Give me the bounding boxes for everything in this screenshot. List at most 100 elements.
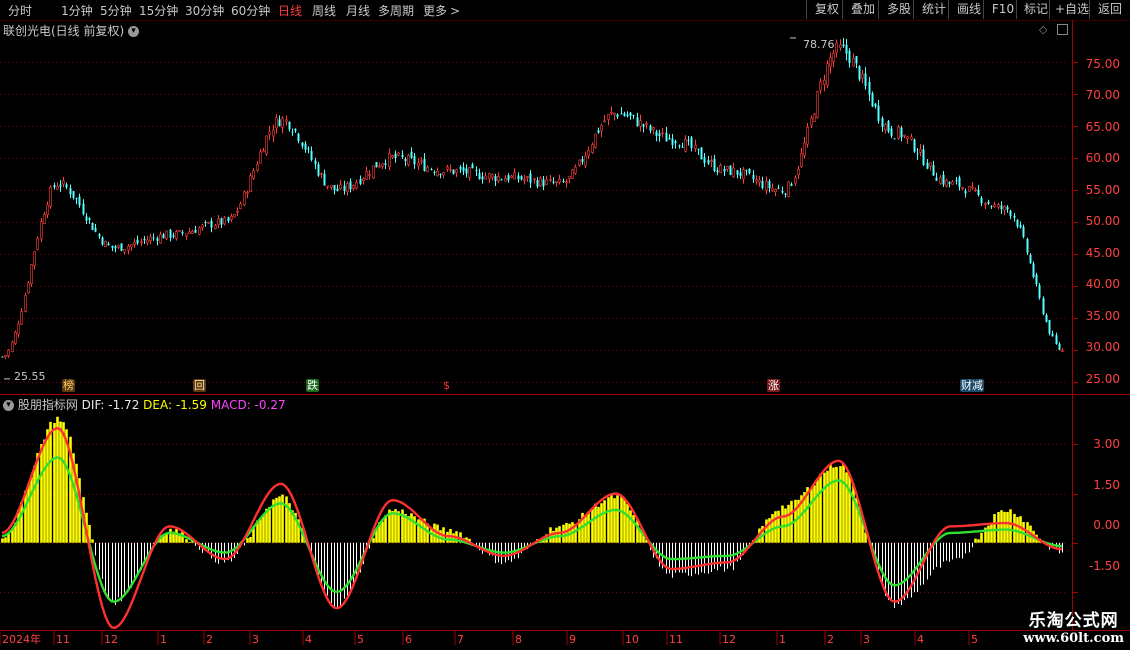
candle-body bbox=[626, 114, 629, 117]
candle-body bbox=[945, 180, 948, 187]
candle-body bbox=[890, 128, 893, 136]
candle-body bbox=[887, 121, 890, 132]
candle-body bbox=[130, 244, 133, 248]
marker-bang[interactable]: 榜 bbox=[62, 379, 75, 392]
price-annotations bbox=[4, 37, 796, 380]
candle-body bbox=[900, 127, 903, 138]
candle-body bbox=[974, 189, 977, 192]
candle-body bbox=[955, 180, 958, 182]
stock-chart[interactable]: 2024年 11 12 1 2 3 4 5 6 7 8 9 10 11 12 1 2 3 4 5 bbox=[0, 0, 1130, 650]
candle-body bbox=[326, 185, 329, 188]
marker-hui[interactable]: 回 bbox=[193, 379, 206, 392]
candle-body bbox=[922, 149, 925, 165]
candle-body bbox=[610, 112, 613, 114]
candle-body bbox=[897, 126, 900, 139]
candle-body bbox=[297, 133, 300, 142]
candle-body bbox=[291, 131, 294, 133]
time-axis: 2024年 11 12 1 2 3 4 5 6 7 8 9 10 11 12 1 2 3 4 5 bbox=[0, 631, 978, 646]
candle-body bbox=[549, 179, 552, 181]
candle-body bbox=[961, 187, 964, 189]
candle-body bbox=[678, 145, 681, 147]
candle-body bbox=[343, 185, 346, 191]
candle-body bbox=[848, 50, 851, 64]
candle-body bbox=[426, 166, 429, 172]
candle-body bbox=[275, 117, 278, 129]
candle-body bbox=[926, 162, 929, 169]
candle-body bbox=[259, 151, 262, 164]
time-label: 11 bbox=[56, 633, 70, 646]
candle-body bbox=[465, 168, 468, 174]
time-label: 2 bbox=[206, 633, 213, 646]
candle-body bbox=[781, 191, 784, 193]
candle-body bbox=[227, 217, 230, 222]
candle-body bbox=[629, 112, 632, 116]
candle-body bbox=[884, 124, 887, 131]
candlestick-series bbox=[1, 37, 1064, 360]
candle-body bbox=[1019, 225, 1022, 228]
time-label: 10 bbox=[625, 633, 639, 646]
candle-body bbox=[188, 231, 191, 234]
marker-dollar[interactable]: $ bbox=[440, 379, 453, 392]
candle-body bbox=[159, 234, 162, 244]
candle-body bbox=[475, 169, 478, 171]
candle-body bbox=[748, 168, 751, 174]
candle-body bbox=[262, 150, 265, 153]
candle-body bbox=[574, 166, 577, 174]
dif-line bbox=[1, 426, 1063, 630]
candle-body bbox=[468, 167, 471, 178]
candle-body bbox=[420, 160, 423, 163]
indicator-menu-icon[interactable]: ▾ bbox=[3, 400, 14, 411]
low-price-label: 25.55 bbox=[14, 370, 46, 383]
marker-die[interactable]: 跌 bbox=[306, 379, 319, 392]
marker-caijian[interactable]: 财减 bbox=[960, 379, 984, 392]
candle-body bbox=[684, 138, 687, 152]
time-label: 1 bbox=[779, 633, 786, 646]
candle-body bbox=[252, 170, 255, 179]
time-label: 9 bbox=[569, 633, 576, 646]
time-label: 12 bbox=[722, 633, 736, 646]
marker-zhang[interactable]: 涨 bbox=[767, 379, 780, 392]
candle-body bbox=[391, 155, 394, 158]
candle-body bbox=[832, 53, 835, 62]
candle-body bbox=[436, 171, 439, 176]
candle-body bbox=[784, 193, 787, 195]
candle-body bbox=[478, 173, 481, 180]
candle-body bbox=[156, 238, 159, 241]
candle-body bbox=[278, 119, 281, 127]
candle-body bbox=[310, 150, 313, 160]
candle-body bbox=[368, 173, 371, 176]
candle-body bbox=[488, 173, 491, 179]
candle-body bbox=[462, 167, 465, 172]
candle-body bbox=[175, 231, 178, 239]
candle-body bbox=[430, 169, 433, 171]
candle-body bbox=[707, 160, 710, 164]
candle-body bbox=[977, 189, 980, 195]
candle-body bbox=[481, 176, 484, 180]
candle-body bbox=[104, 240, 107, 247]
candle-body bbox=[401, 154, 404, 158]
candle-body bbox=[442, 172, 445, 176]
candle-body bbox=[136, 239, 139, 244]
price-tick: 70.00 bbox=[1085, 88, 1120, 102]
candle-body bbox=[745, 169, 748, 171]
candle-body bbox=[513, 172, 516, 180]
candle-body bbox=[169, 229, 172, 238]
candle-body bbox=[256, 164, 259, 171]
candle-body bbox=[69, 188, 72, 195]
candle-body bbox=[314, 160, 317, 165]
candle-body bbox=[378, 165, 381, 168]
candle-body bbox=[558, 178, 561, 183]
indicator-name[interactable]: 股朋指标网 bbox=[18, 398, 78, 412]
candle-body bbox=[987, 201, 990, 204]
candle-body bbox=[613, 112, 616, 116]
candle-body bbox=[652, 127, 655, 131]
candle-body bbox=[597, 130, 600, 133]
candle-body bbox=[533, 178, 536, 181]
candle-body bbox=[877, 105, 880, 121]
candle-body bbox=[75, 198, 78, 200]
price-tick: 45.00 bbox=[1085, 246, 1120, 260]
candle-body bbox=[143, 238, 146, 241]
candle-body bbox=[375, 162, 378, 168]
candle-body bbox=[823, 79, 826, 85]
candle-body bbox=[632, 114, 635, 116]
